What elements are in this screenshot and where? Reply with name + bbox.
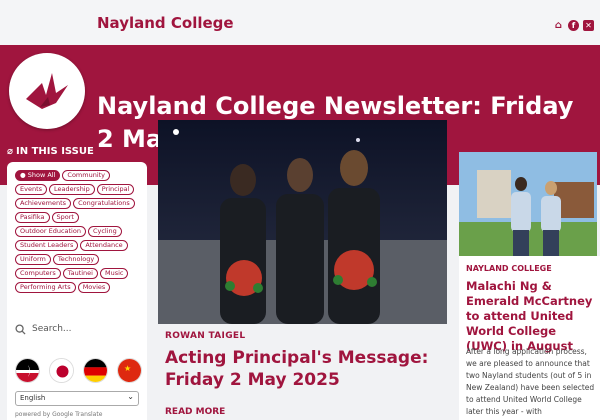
side-article-title[interactable]: Malachi Ng & Emerald McCartney to attend… bbox=[466, 279, 598, 354]
search-input[interactable]: Search... bbox=[32, 324, 72, 334]
maori-flag-icon[interactable] bbox=[15, 358, 40, 383]
tag-community[interactable]: Community bbox=[62, 170, 111, 181]
main-article-card: ROWAN TAIGEL Acting Principal's Message:… bbox=[158, 324, 447, 420]
tag-sport[interactable]: Sport bbox=[51, 212, 79, 223]
tag-technology[interactable]: Technology bbox=[52, 254, 100, 265]
paperclip-icon: ⌀ bbox=[7, 146, 14, 157]
tag-tautinei[interactable]: Tautinei bbox=[62, 268, 98, 279]
top-bar: Nayland College ⌂ f ✕ bbox=[0, 0, 600, 45]
tag-uniform[interactable]: Uniform bbox=[15, 254, 51, 265]
tag-movies[interactable]: Movies bbox=[77, 282, 111, 293]
social-links: ⌂ f ✕ bbox=[553, 20, 594, 31]
powered-by-translate: powered by Google Translate bbox=[15, 411, 103, 418]
facebook-icon[interactable]: f bbox=[568, 20, 579, 31]
side-article-excerpt: After a long application process, we are… bbox=[466, 347, 595, 416]
tag-congratulations[interactable]: Congratulations bbox=[73, 198, 135, 209]
article-author: ROWAN TAIGEL bbox=[165, 331, 246, 341]
search-box[interactable]: Search... bbox=[15, 319, 139, 339]
tag-leadership[interactable]: Leadership bbox=[49, 184, 95, 195]
tag-performing-arts[interactable]: Performing Arts bbox=[15, 282, 76, 293]
tag-show-all[interactable]: ● Show All bbox=[15, 170, 61, 181]
china-flag-icon[interactable]: ★ bbox=[117, 358, 142, 383]
issue-heading-label: IN THIS ISSUE bbox=[16, 146, 94, 157]
japan-flag-icon[interactable] bbox=[49, 358, 74, 383]
home-icon[interactable]: ⌂ bbox=[553, 20, 564, 31]
tag-attendance[interactable]: Attendance bbox=[80, 240, 128, 251]
x-icon[interactable]: ✕ bbox=[583, 20, 594, 31]
svg-text:★: ★ bbox=[124, 364, 131, 373]
side-article-card: NAYLAND COLLEGE Malachi Ng & Emerald McC… bbox=[459, 256, 600, 420]
college-logo[interactable] bbox=[9, 53, 85, 129]
tag-principal[interactable]: Principal bbox=[96, 184, 135, 195]
tag-computers[interactable]: Computers bbox=[15, 268, 61, 279]
tag-student-leaders[interactable]: Student Leaders bbox=[15, 240, 79, 251]
tag-events[interactable]: Events bbox=[15, 184, 48, 195]
tag-music[interactable]: Music bbox=[99, 268, 129, 279]
tag-achievements[interactable]: Achievements bbox=[15, 198, 72, 209]
article-title[interactable]: Acting Principal's Message: Friday 2 May… bbox=[165, 347, 440, 391]
article-category: NAYLAND COLLEGE bbox=[466, 264, 552, 273]
tag-cycling[interactable]: Cycling bbox=[87, 226, 122, 237]
tag-outdoor-education[interactable]: Outdoor Education bbox=[15, 226, 86, 237]
site-name[interactable]: Nayland College bbox=[97, 14, 234, 32]
tag-pasifika[interactable]: Pasifika bbox=[15, 212, 50, 223]
side-article-image[interactable] bbox=[459, 152, 597, 256]
kotuku-logo-icon bbox=[26, 73, 68, 109]
read-more-link[interactable]: READ MORE bbox=[165, 407, 225, 417]
search-icon bbox=[15, 323, 26, 335]
sidebar: ● Show All Community Events Leadership Princ… bbox=[7, 162, 147, 420]
germany-flag-icon[interactable] bbox=[83, 358, 108, 383]
main-article-image[interactable] bbox=[158, 120, 447, 324]
tag-filter-list: ● Show All Community Events Leadership Princ… bbox=[15, 170, 143, 293]
language-flags: ★ bbox=[15, 358, 142, 383]
issue-heading: ⌀ IN THIS ISSUE bbox=[7, 146, 94, 157]
language-select[interactable]: English bbox=[15, 390, 139, 406]
